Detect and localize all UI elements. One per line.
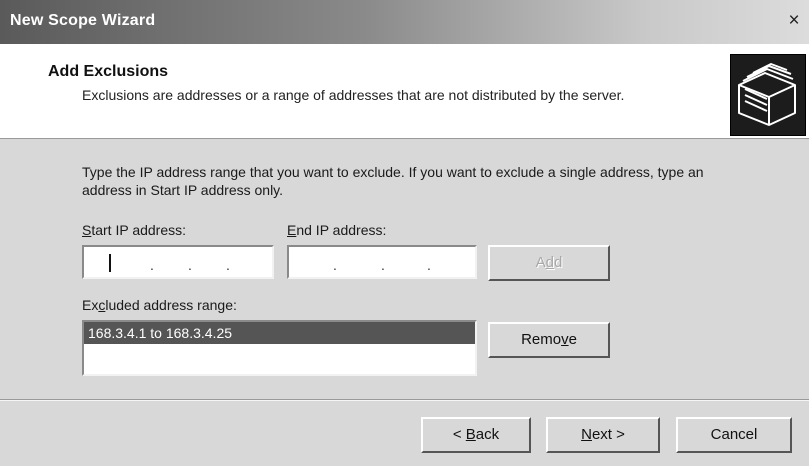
instructions-text: Type the IP address range that you want … — [82, 164, 704, 198]
close-icon[interactable]: × — [783, 9, 805, 33]
remove-button[interactable]: Remove — [488, 322, 610, 358]
back-button[interactable]: < Back — [421, 417, 531, 453]
end-ip-field[interactable]: . . . — [287, 245, 477, 279]
title-bar: New Scope Wizard × — [0, 0, 809, 44]
next-button[interactable]: Next > — [546, 417, 660, 453]
start-ip-field[interactable]: . . . — [82, 245, 274, 279]
window-title: New Scope Wizard — [10, 12, 156, 29]
excluded-range-list[interactable]: 168.3.4.1 to 168.3.4.25 — [82, 320, 477, 376]
folders-icon — [730, 54, 806, 136]
text-caret — [109, 254, 111, 272]
excluded-range-label: Excluded address range: — [82, 297, 237, 313]
add-button[interactable]: Add — [488, 245, 610, 281]
footer-divider — [0, 399, 809, 401]
page-title: Add Exclusions — [48, 63, 169, 80]
page-description: Exclusions are addresses or a range of a… — [82, 87, 625, 103]
start-ip-label: Start IP address: — [82, 222, 187, 238]
list-item[interactable]: 168.3.4.1 to 168.3.4.25 — [84, 322, 475, 344]
end-ip-label: End IP address: — [287, 222, 387, 238]
cancel-button[interactable]: Cancel — [676, 417, 792, 453]
